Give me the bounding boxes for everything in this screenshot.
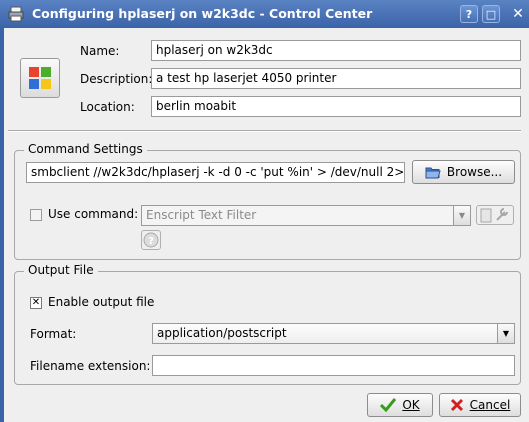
printer-icon bbox=[8, 6, 24, 22]
window-border bbox=[0, 28, 4, 422]
description-input[interactable]: a test hp laserjet 4050 printer bbox=[151, 68, 521, 89]
cancel-label: Cancel bbox=[469, 398, 511, 412]
title-bar[interactable]: Configuring hplaserj on w2k3dc - Control… bbox=[0, 0, 529, 28]
separator bbox=[8, 130, 521, 132]
extension-input[interactable] bbox=[152, 355, 515, 376]
svg-text:?: ? bbox=[148, 236, 154, 247]
enable-output-label: Enable output file bbox=[48, 295, 155, 309]
windows-printer-icon[interactable] bbox=[20, 58, 60, 98]
document-wrench-icon bbox=[480, 208, 508, 223]
dialog-window: Configuring hplaserj on w2k3dc - Control… bbox=[0, 0, 529, 422]
checkmark-icon bbox=[380, 398, 397, 412]
extension-label: Filename extension: bbox=[30, 359, 151, 373]
command-input[interactable]: smbclient //w2k3dc/hplaserj -k -d 0 -c '… bbox=[26, 162, 405, 183]
close-button[interactable]: ✕ bbox=[508, 4, 528, 24]
command-settings-title: Command Settings bbox=[24, 142, 147, 156]
help-icon: ? bbox=[143, 232, 159, 248]
windows-logo-icon bbox=[29, 67, 51, 89]
location-input[interactable]: berlin moabit bbox=[151, 96, 521, 117]
command-combo-value: Enscript Text Filter bbox=[146, 208, 257, 222]
name-input[interactable]: hplaserj on w2k3dc bbox=[151, 40, 521, 61]
ok-label: OK bbox=[402, 398, 420, 412]
cancel-x-icon bbox=[450, 398, 463, 412]
format-value: application/postscript bbox=[157, 326, 287, 340]
description-label: Description: bbox=[80, 72, 153, 86]
chevron-down-icon[interactable]: ▼ bbox=[497, 324, 514, 343]
chevron-down-icon[interactable]: ▼ bbox=[453, 206, 470, 225]
use-command-checkbox[interactable] bbox=[30, 209, 42, 221]
output-file-title: Output File bbox=[24, 263, 98, 277]
help-button[interactable]: ? bbox=[460, 5, 478, 23]
edit-command-button[interactable] bbox=[476, 205, 514, 225]
enable-output-checkbox[interactable]: ✕ bbox=[30, 297, 42, 309]
ok-button[interactable]: OK bbox=[367, 393, 433, 417]
browse-label: Browse... bbox=[446, 165, 503, 179]
folder-open-icon bbox=[425, 167, 441, 179]
name-label: Name: bbox=[80, 44, 120, 58]
help-command-button[interactable]: ? bbox=[141, 230, 161, 250]
maximize-button[interactable]: □ bbox=[482, 5, 500, 23]
cancel-button[interactable]: Cancel bbox=[439, 393, 521, 417]
format-combo[interactable]: application/postscript ▼ bbox=[152, 323, 515, 344]
window-title: Configuring hplaserj on w2k3dc - Control… bbox=[32, 6, 373, 21]
use-command-label: Use command: bbox=[48, 207, 139, 221]
location-label: Location: bbox=[80, 100, 135, 114]
format-label: Format: bbox=[30, 327, 77, 341]
command-combo[interactable]: Enscript Text Filter ▼ bbox=[141, 205, 471, 226]
browse-button[interactable]: Browse... bbox=[412, 160, 515, 184]
